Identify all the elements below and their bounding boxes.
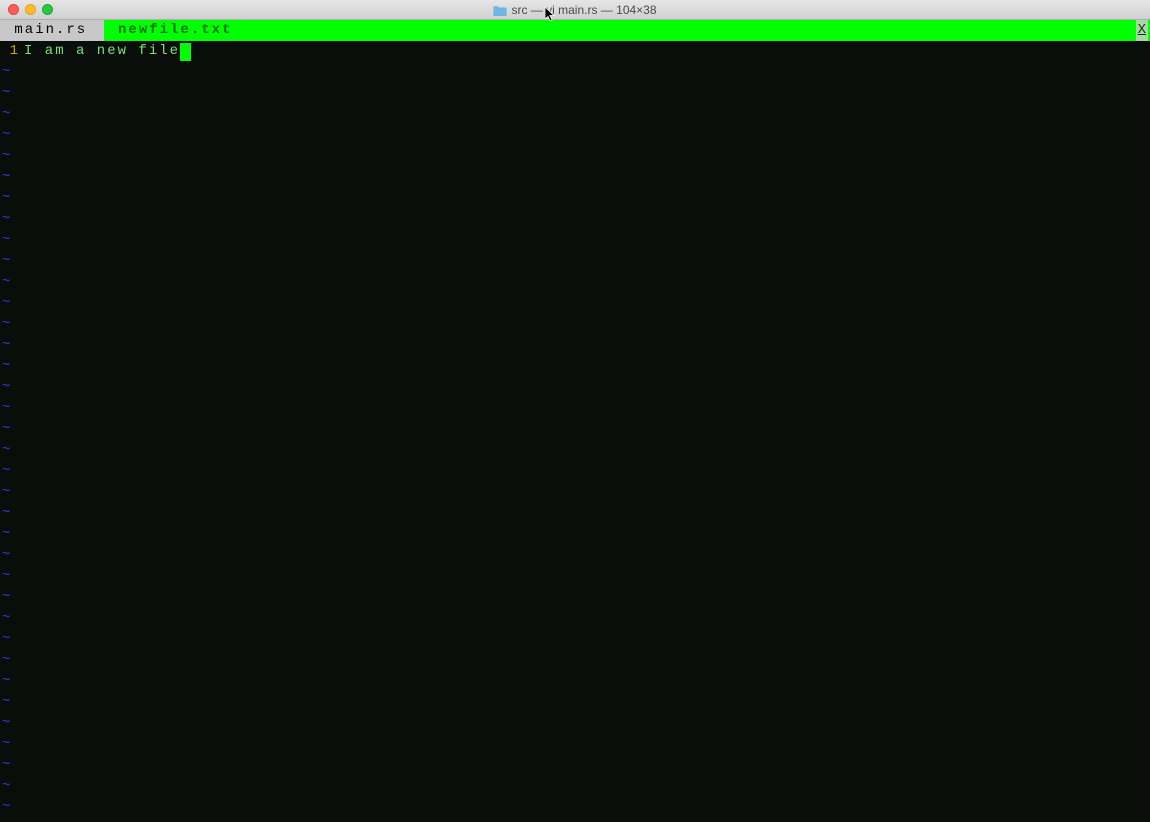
tab-newfile-txt[interactable]: newfile.txt [104,20,249,41]
tilde-marker: ~ [0,545,12,566]
tilde-marker: ~ [0,377,12,398]
window-titlebar: src — vi main.rs — 104×38 [0,0,1150,20]
close-window-button[interactable] [8,4,19,15]
tilde-marker: ~ [0,104,12,125]
text-cursor [180,43,191,61]
tilde-marker: ~ [0,650,12,671]
tilde-marker: ~ [0,713,12,734]
tilde-marker: ~ [0,482,12,503]
tilde-marker: ~ [0,440,12,461]
editor-line: 1 I am a new file [0,41,1150,62]
tab-bar: main.rs newfile.txt X [0,20,1150,41]
tilde-marker: ~ [0,251,12,272]
tilde-marker: ~ [0,62,12,83]
tilde-marker: ~ [0,566,12,587]
tilde-marker: ~ [0,209,12,230]
empty-line-markers: ~ ~ ~ ~ ~ ~ ~ ~ ~ ~ ~ ~ ~ ~ ~ ~ ~ ~ ~ ~ … [0,62,12,822]
tilde-marker: ~ [0,146,12,167]
tilde-marker: ~ [0,293,12,314]
tilde-marker: ~ [0,272,12,293]
line-number: 1 [0,41,24,62]
window-title-text: src — vi main.rs — 104×38 [511,3,656,17]
tab-main-rs[interactable]: main.rs [0,20,104,41]
tilde-marker: ~ [0,398,12,419]
tilde-marker: ~ [0,356,12,377]
code-text: I am a new file [24,41,180,62]
tilde-marker: ~ [0,776,12,797]
tilde-marker: ~ [0,188,12,209]
tilde-marker: ~ [0,461,12,482]
tilde-marker: ~ [0,167,12,188]
tilde-marker: ~ [0,734,12,755]
tilde-marker: ~ [0,419,12,440]
traffic-lights [0,4,53,15]
tilde-marker: ~ [0,797,12,818]
tilde-marker: ~ [0,629,12,650]
tilde-marker: ~ [0,671,12,692]
line-content: I am a new file [24,41,191,62]
tilde-marker: ~ [0,314,12,335]
tilde-marker: ~ [0,755,12,776]
folder-icon [493,5,506,15]
maximize-window-button[interactable] [42,4,53,15]
tab-close-button[interactable]: X [1136,20,1148,41]
window-title: src — vi main.rs — 104×38 [493,3,656,17]
minimize-window-button[interactable] [25,4,36,15]
tilde-marker: ~ [0,692,12,713]
tilde-marker: ~ [0,503,12,524]
tilde-marker: ~ [0,608,12,629]
tilde-marker: ~ [0,83,12,104]
tilde-marker: ~ [0,335,12,356]
tilde-marker: ~ [0,125,12,146]
editor-area[interactable]: 1 I am a new file ~ ~ ~ ~ ~ ~ ~ ~ ~ ~ ~ … [0,41,1150,822]
tilde-marker: ~ [0,524,12,545]
tilde-marker: ~ [0,587,12,608]
tilde-marker: ~ [0,230,12,251]
